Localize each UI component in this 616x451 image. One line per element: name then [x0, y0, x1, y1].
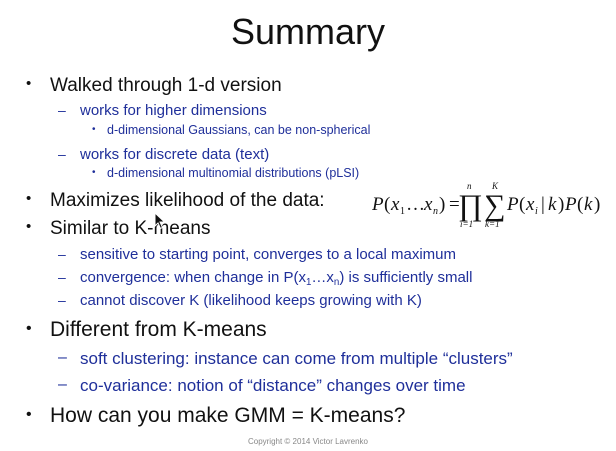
formula-prod-bottom: i=1: [460, 219, 473, 228]
bullet-walked-through: Walked through 1-d version: [50, 75, 282, 96]
formula-term1-k: k: [548, 194, 557, 215]
formula-term1-x: x: [525, 194, 535, 215]
dash-icon: –: [58, 246, 66, 262]
bullet-dot-icon: •: [26, 218, 32, 235]
bullet-maximizes-likelihood: Maximizes likelihood of the data:: [50, 190, 325, 211]
formula-term2-p: P: [564, 194, 577, 215]
bullet-dot-icon: •: [26, 406, 32, 423]
dash-icon: –: [58, 349, 67, 366]
formula-term1-p: P: [506, 194, 519, 215]
sub-bullet-cannot-discover-k: cannot discover K (likelihood keeps grow…: [80, 292, 422, 309]
formula-lhs-subn: n: [433, 206, 438, 217]
formula-sum-bottom: k=1: [485, 219, 500, 228]
dash-icon: –: [58, 102, 66, 118]
formula-lhs-xn: x: [423, 194, 433, 215]
bullet-similar-kmeans: Similar to K-means: [50, 218, 211, 239]
dash-icon: –: [58, 292, 66, 308]
formula-lhs-sub1: 1: [400, 206, 405, 217]
dash-icon: –: [58, 376, 67, 393]
mouse-pointer-icon: [154, 212, 166, 230]
formula-term1-open: (: [519, 194, 525, 215]
formula-lhs-p: P: [372, 194, 384, 215]
slide-title: Summary: [230, 11, 386, 52]
formula-term1-close: ): [558, 194, 564, 215]
formula-sum-symbol: ∑: [484, 189, 505, 222]
formula-lhs-x1: x: [390, 194, 400, 215]
sub-sub-bullet-gaussians: d-dimensional Gaussians, can be non-sphe…: [107, 123, 371, 137]
formula-prod-symbol: ∏: [458, 189, 483, 222]
formula-term1-bar: |: [541, 194, 545, 215]
formula-term2-close: ): [594, 194, 600, 215]
dash-icon: –: [58, 269, 66, 285]
formula-lhs-open: (: [384, 194, 390, 215]
sub-bullet-soft-clustering: soft clustering: instance can come from …: [80, 349, 513, 368]
bullet-dot-icon: •: [26, 320, 32, 337]
bullet-dot-icon: •: [26, 75, 32, 92]
slide: Summary • Walked through 1-d version – w…: [0, 0, 616, 451]
likelihood-formula: P ( x 1 … x n ) = n ∏ i=1 K ∑ k=1 P ( x …: [372, 181, 600, 228]
bullet-dot-icon: •: [92, 167, 96, 178]
sub-bullet-covariance: co-variance: notion of “distance” change…: [80, 376, 466, 395]
bullet-dot-icon: •: [26, 190, 32, 207]
sub-sub-bullet-multinomial: d-dimensional multinomial distributions …: [107, 166, 360, 180]
dash-icon: –: [58, 146, 66, 162]
formula-term1-sub: i: [535, 206, 538, 217]
bullet-different-kmeans: Different from K-means: [50, 318, 267, 341]
formula-term2-open: (: [577, 194, 583, 215]
copyright-footer: Copyright © 2014 Victor Lavrenko: [247, 437, 369, 446]
sub-bullet-higher-dimensions: works for higher dimensions: [80, 102, 267, 119]
sub-bullet-sensitive-start: sensitive to starting point, converges t…: [80, 246, 457, 263]
convergence-text-post: ) is sufficiently small: [339, 269, 473, 286]
sub-bullet-convergence: convergence: when change in P(x1…xn) is …: [80, 269, 472, 292]
bullet-gmm-kmeans-question: How can you make GMM = K-means?: [50, 404, 406, 427]
formula-lhs-dots: …: [406, 194, 425, 215]
bullet-dot-icon: •: [92, 124, 96, 135]
convergence-text-mid: …x: [311, 269, 334, 286]
convergence-text-pre: convergence: when change in P(x: [80, 269, 306, 286]
formula-term2-k: k: [584, 194, 593, 215]
formula-lhs-close: ): [439, 194, 445, 215]
sub-bullet-discrete-data: works for discrete data (text): [80, 146, 270, 163]
